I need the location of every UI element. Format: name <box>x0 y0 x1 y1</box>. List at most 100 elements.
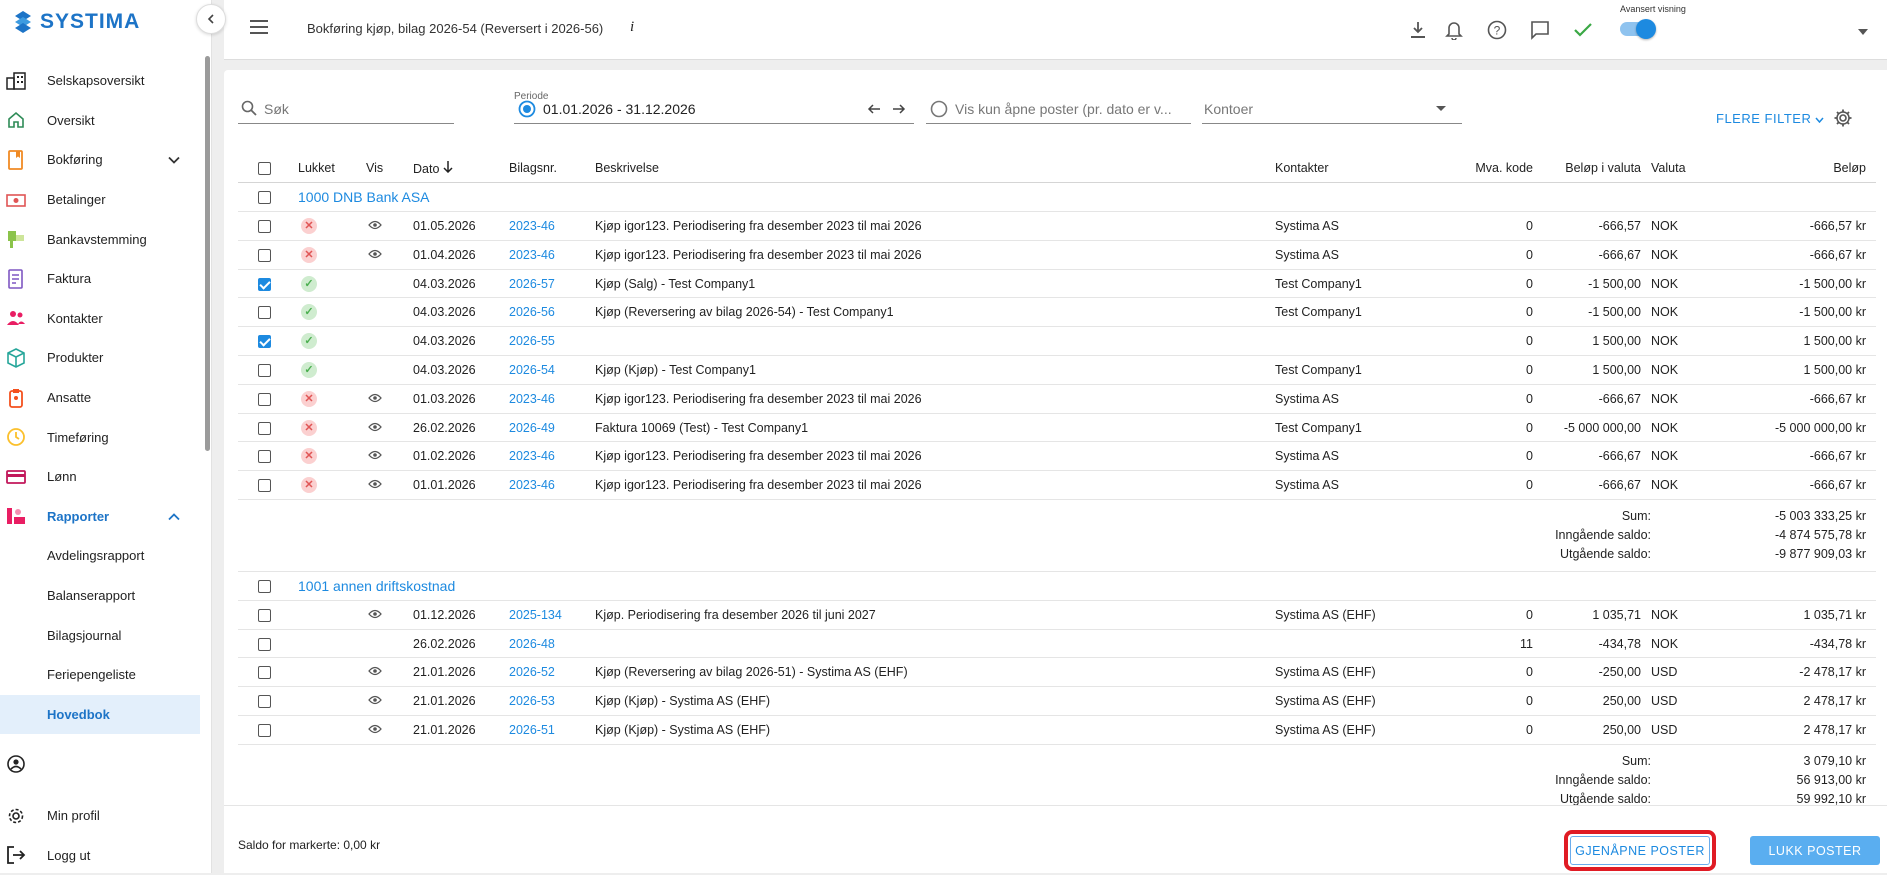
settings-gear-icon[interactable] <box>1833 108 1853 131</box>
table-row[interactable]: ✓ 04.03.2026 2026-54 Kjøp (Kjøp) - Test Com… <box>238 355 1876 385</box>
row-checkbox[interactable] <box>258 306 271 320</box>
voucher-link[interactable]: 2023-46 <box>509 478 555 492</box>
info-icon[interactable]: i <box>630 19 634 36</box>
row-checkbox[interactable] <box>258 637 271 651</box>
eye-icon[interactable] <box>368 220 382 230</box>
voucher-link[interactable]: 2026-56 <box>509 305 555 319</box>
row-checkbox[interactable] <box>258 666 271 680</box>
sidebar-item-selskapsoversikt[interactable]: Selskapsoversikt <box>0 61 200 101</box>
col-header-closed[interactable]: Lukket <box>298 154 366 184</box>
search-input[interactable]: Søk <box>238 94 454 124</box>
table-row[interactable]: ✓ 04.03.2026 2026-56 Kjøp (Reversering av b… <box>238 297 1876 328</box>
voucher-link[interactable]: 2025-134 <box>509 608 562 622</box>
row-checkbox[interactable] <box>258 277 271 291</box>
table-row[interactable]: ✕ 01.01.2026 2023-46 Kjøp igor123. Periodis… <box>238 470 1876 501</box>
sidebar-item-min-profil[interactable]: Min profil <box>0 796 200 836</box>
col-header-currency[interactable]: Valuta <box>1651 154 1709 184</box>
eye-icon[interactable] <box>368 422 382 432</box>
group-title[interactable]: 1000 DNB Bank ASA <box>298 189 430 205</box>
menu-icon[interactable] <box>250 20 268 37</box>
voucher-link[interactable]: 2023-46 <box>509 248 555 262</box>
table-row[interactable]: 26.02.2026 2026-48 11 -434,78 NOK -434,78 kr <box>238 629 1876 659</box>
table-row[interactable]: ✓ 04.03.2026 2026-57 Kjøp (Salg) - Test Com… <box>238 269 1876 299</box>
row-checkbox[interactable] <box>258 450 271 464</box>
voucher-link[interactable]: 2026-55 <box>509 334 555 348</box>
sidebar-item-produkter[interactable]: Produkter <box>0 338 200 378</box>
sidebar-item-oversikt[interactable]: Oversikt <box>0 101 200 141</box>
voucher-link[interactable]: 2023-46 <box>509 219 555 233</box>
arrow-right-icon[interactable] <box>892 104 906 114</box>
caret-down-icon[interactable] <box>1858 23 1868 38</box>
table-row[interactable]: ✕ 01.03.2026 2023-46 Kjøp igor123. Periodis… <box>238 384 1876 414</box>
col-header-date[interactable]: Dato <box>413 154 509 184</box>
sidebar-item-ansatte[interactable]: Ansatte <box>0 378 200 418</box>
row-checkbox[interactable] <box>258 695 271 709</box>
row-checkbox[interactable] <box>258 392 271 406</box>
accounts-select[interactable]: Kontoer <box>1202 94 1462 124</box>
table-row[interactable]: ✕ 01.05.2026 2023-46 Kjøp igor123. Periodis… <box>238 211 1876 241</box>
sidebar-item-betalinger[interactable]: Betalinger <box>0 180 200 220</box>
help-icon[interactable]: ? <box>1485 18 1509 42</box>
systima-logo[interactable]: SYSTIMA <box>12 10 140 34</box>
sidebar-item-faktura[interactable]: Faktura <box>0 259 200 299</box>
chat-icon[interactable] <box>1528 18 1552 42</box>
sidebar-item-lønn[interactable]: Lønn <box>0 457 200 497</box>
bell-icon[interactable] <box>1442 18 1466 42</box>
sidebar-subitem-hovedbok[interactable]: Hovedbok <box>0 694 200 735</box>
arrow-left-icon[interactable] <box>867 104 881 114</box>
reopen-posts-button[interactable]: GJENÅPNE POSTER <box>1570 836 1710 865</box>
voucher-link[interactable]: 2026-57 <box>509 277 555 291</box>
eye-icon[interactable] <box>368 609 382 619</box>
voucher-link[interactable]: 2026-49 <box>509 421 555 435</box>
sidebar-item-timeføring[interactable]: Timeføring <box>0 417 200 457</box>
sidebar-subitem-avdelingsrapport[interactable]: Avdelingsrapport <box>0 536 200 576</box>
sidebar-item-kontakter[interactable]: Kontakter <box>0 299 200 339</box>
voucher-link[interactable]: 2026-48 <box>509 637 555 651</box>
col-header-description[interactable]: Beskrivelse <box>595 154 1275 184</box>
sidebar-subitem-balanserapport[interactable]: Balanserapport <box>0 576 200 616</box>
advanced-view-toggle[interactable] <box>1620 19 1656 39</box>
more-filters-button[interactable]: FLERE FILTER <box>1716 111 1825 126</box>
col-header-contacts[interactable]: Kontakter <box>1275 154 1451 184</box>
sidebar-item-bokføring[interactable]: Bokføring <box>0 140 200 180</box>
col-header-show[interactable]: Vis <box>366 154 413 184</box>
voucher-link[interactable]: 2023-46 <box>509 392 555 406</box>
sidebar-subitem-feriepengeliste[interactable]: Feriepengeliste <box>0 655 200 695</box>
voucher-link[interactable]: 2026-53 <box>509 694 555 708</box>
row-checkbox[interactable] <box>258 421 271 435</box>
table-row[interactable]: ✕ 26.02.2026 2026-49 Faktura 10069 (Test) -… <box>238 413 1876 443</box>
eye-icon[interactable] <box>368 479 382 489</box>
table-row[interactable]: 21.01.2026 2026-51 Kjøp (Kjøp) - Systima A… <box>238 715 1876 745</box>
row-checkbox[interactable] <box>258 248 271 262</box>
eye-icon[interactable] <box>368 249 382 259</box>
table-row[interactable]: 21.01.2026 2026-52 Kjøp (Reversering av bi… <box>238 657 1876 688</box>
table-row[interactable]: 01.12.2026 2025-134 Kjøp. Periodisering fr… <box>238 600 1876 630</box>
table-row[interactable]: ✕ 01.02.2026 2023-46 Kjøp igor123. Periodis… <box>238 441 1876 472</box>
table-row[interactable]: ✓ 04.03.2026 2026-55 0 1 500,00 NOK 1 500,00 k… <box>238 326 1876 357</box>
group-checkbox[interactable] <box>258 191 271 205</box>
collapse-sidebar-button[interactable] <box>196 4 226 34</box>
sidebar-subitem-bilagsjournal[interactable]: Bilagsjournal <box>0 615 200 655</box>
row-checkbox[interactable] <box>258 335 271 349</box>
download-icon[interactable] <box>1406 18 1430 42</box>
row-checkbox[interactable] <box>258 220 271 234</box>
open-posts-field[interactable]: Vis kun åpne poster (pr. dato er v... <box>926 94 1191 124</box>
select-all-checkbox[interactable] <box>258 162 271 176</box>
voucher-link[interactable]: 2026-52 <box>509 665 555 679</box>
col-header-amount-currency[interactable]: Beløp i valuta <box>1543 154 1651 184</box>
voucher-link[interactable]: 2023-46 <box>509 449 555 463</box>
group-title[interactable]: 1001 annen driftskostnad <box>298 578 455 594</box>
col-header-amount[interactable]: Beløp <box>1709 154 1876 184</box>
user-circle-icon[interactable] <box>6 754 26 777</box>
sidebar-item-logg-ut[interactable]: Logg ut <box>0 836 200 875</box>
row-checkbox[interactable] <box>258 479 271 493</box>
voucher-link[interactable]: 2026-51 <box>509 723 555 737</box>
col-header-voucher[interactable]: Bilagsnr. <box>509 154 595 184</box>
group-checkbox[interactable] <box>258 580 271 594</box>
col-header-vat[interactable]: Mva. kode <box>1451 154 1543 184</box>
row-checkbox[interactable] <box>258 608 271 622</box>
radio-unselected-icon[interactable] <box>930 100 948 118</box>
eye-icon[interactable] <box>368 393 382 403</box>
eye-icon[interactable] <box>368 695 382 705</box>
check-icon[interactable] <box>1571 18 1595 42</box>
